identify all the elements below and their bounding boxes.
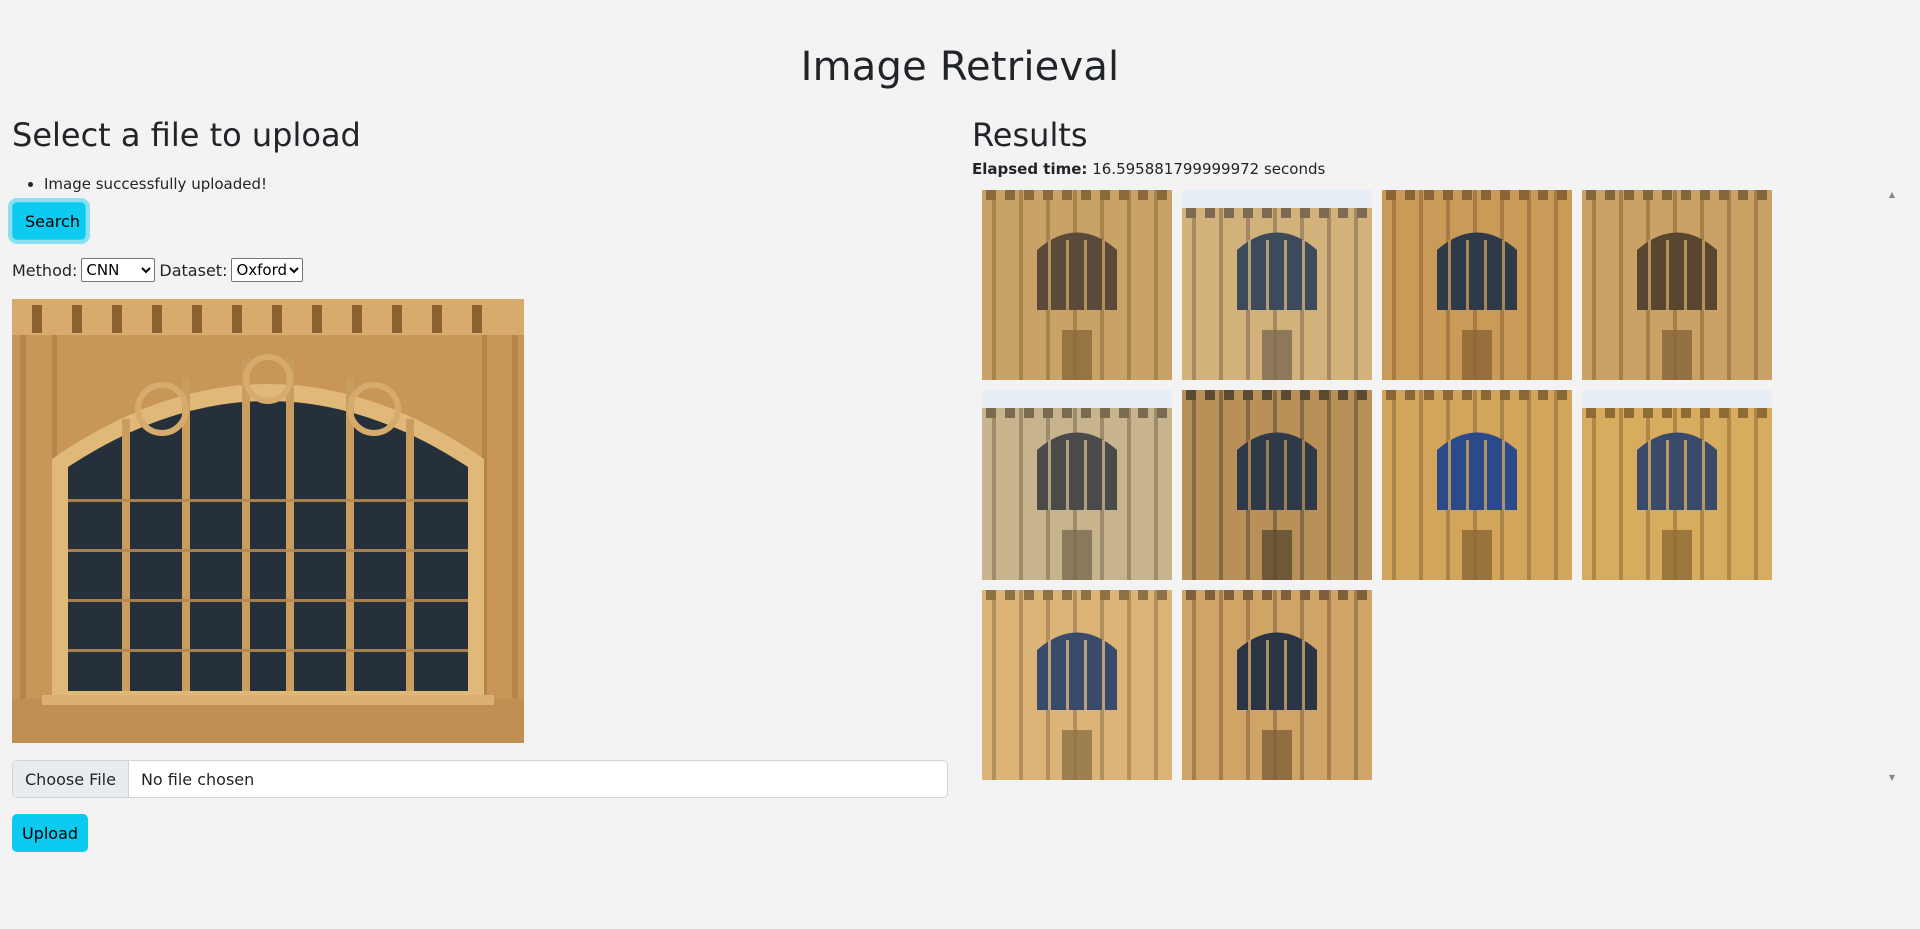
method-select[interactable]: CNN — [81, 258, 156, 282]
result-image[interactable] — [1382, 190, 1572, 380]
result-image[interactable] — [1182, 590, 1372, 780]
upload-button[interactable]: Upload — [12, 814, 88, 852]
file-name-text: No file chosen — [140, 769, 255, 789]
facade-illustration — [1382, 190, 1572, 380]
file-input[interactable]: Choose File No file chosen — [12, 760, 948, 798]
query-image — [12, 299, 524, 743]
scroll-up-arrow-icon[interactable]: ▲ — [1886, 190, 1898, 199]
result-image[interactable] — [1382, 390, 1572, 580]
elapsed-label: Elapsed time: — [972, 160, 1088, 178]
facade-illustration — [982, 190, 1172, 380]
elapsed-time: Elapsed time: 16.595881799999972 seconds — [972, 160, 1325, 178]
message-item: Image successfully uploaded! — [44, 172, 948, 196]
page-title: Image Retrieval — [800, 44, 1120, 90]
message-list: Image successfully uploaded! — [12, 172, 948, 196]
facade-illustration — [982, 590, 1172, 780]
facade-illustration — [1182, 390, 1372, 580]
search-button[interactable]: Search — [12, 202, 86, 240]
facade-illustration — [982, 390, 1172, 580]
elapsed-value: 16.595881799999972 seconds — [1092, 160, 1326, 178]
gothic-window-illustration — [12, 299, 524, 743]
result-image[interactable] — [982, 390, 1172, 580]
scroll-down-arrow-icon[interactable]: ▼ — [1886, 773, 1898, 782]
facade-illustration — [1582, 390, 1772, 580]
result-image[interactable] — [982, 590, 1172, 780]
dataset-label: Dataset: — [159, 260, 228, 280]
results-grid — [982, 190, 1902, 780]
dataset-select[interactable]: Oxford — [231, 258, 304, 282]
result-image[interactable] — [982, 190, 1172, 380]
method-label: Method: — [12, 260, 78, 280]
results-scroll-area[interactable] — [982, 190, 1902, 782]
result-image[interactable] — [1582, 190, 1772, 380]
facade-illustration — [1382, 390, 1572, 580]
results-heading: Results — [972, 116, 1088, 154]
result-image[interactable] — [1582, 390, 1772, 580]
scrollbar[interactable]: ▲ ▼ — [1886, 190, 1898, 782]
result-image[interactable] — [1182, 190, 1372, 380]
search-controls: Method: CNN Dataset: Oxford — [12, 258, 304, 282]
facade-illustration — [1182, 590, 1372, 780]
facade-illustration — [1182, 190, 1372, 380]
upload-section: Select a file to upload Image successful… — [12, 108, 948, 852]
facade-illustration — [1582, 190, 1772, 380]
choose-file-button[interactable]: Choose File — [13, 761, 129, 797]
upload-heading: Select a file to upload — [12, 116, 361, 154]
results-section: Results Elapsed time: 16.595881799999972… — [972, 108, 1906, 782]
result-image[interactable] — [1182, 390, 1372, 580]
